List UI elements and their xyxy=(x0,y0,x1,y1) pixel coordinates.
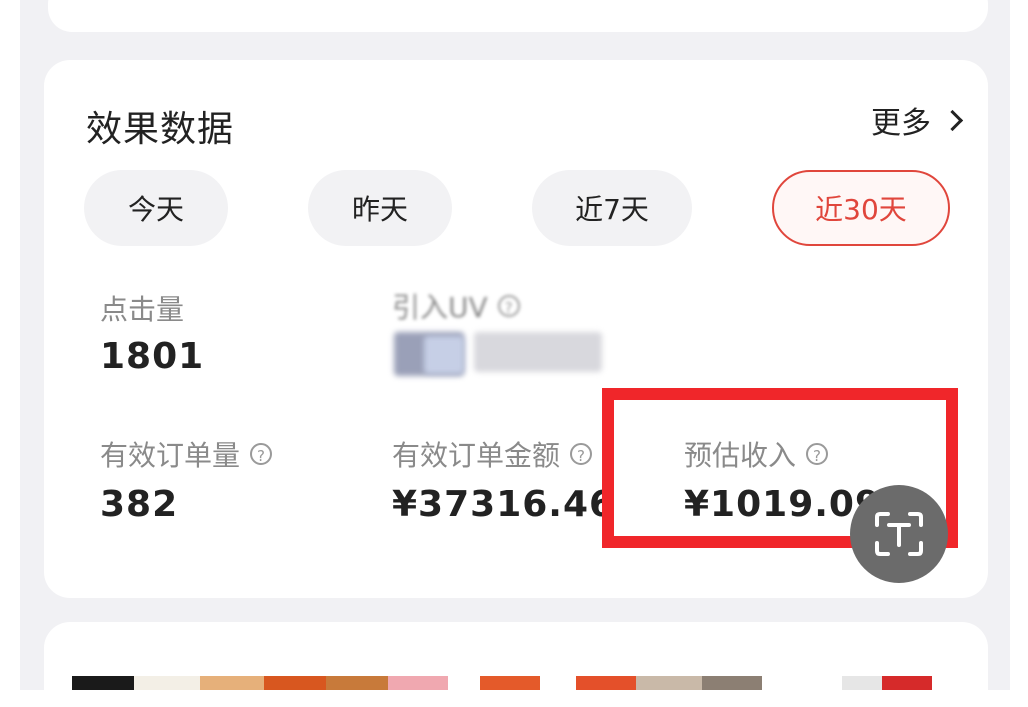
metric-order-amount-label: 有效订单金额 ? xyxy=(392,434,593,474)
metric-valid-orders-value: 382 xyxy=(100,484,179,525)
text-scan-icon xyxy=(875,512,923,556)
question-circle-icon[interactable]: ? xyxy=(250,443,273,465)
question-circle-icon[interactable]: ? xyxy=(497,295,520,317)
metric-clicks-label: 点击量 xyxy=(100,288,184,328)
tab-today[interactable]: 今天 xyxy=(84,170,228,246)
more-label: 更多 xyxy=(871,106,931,141)
order-amount-label-text: 有效订单金额 xyxy=(392,439,561,472)
question-circle-icon[interactable]: ? xyxy=(570,443,593,465)
valid-orders-label-text: 有效订单量 xyxy=(100,439,241,472)
metric-clicks-value: 1801 xyxy=(100,336,205,377)
app-screen: 效果数据 更多 今天 昨天 近7天 近30天 点击量 1801 引入UV ? 有… xyxy=(20,0,1010,690)
thumbnail-strip xyxy=(72,676,992,690)
date-range-tabs: 今天 昨天 近7天 近30天 xyxy=(84,170,950,246)
uv-label-text: 引入UV xyxy=(392,291,488,324)
metric-uv-label: 引入UV ? xyxy=(392,286,520,326)
chevron-right-icon xyxy=(941,109,964,131)
section-title: 效果数据 xyxy=(86,109,235,150)
tab-yesterday[interactable]: 昨天 xyxy=(308,170,452,246)
more-link[interactable]: 更多 xyxy=(871,98,964,142)
tab-last-30-days[interactable]: 近30天 xyxy=(772,170,950,246)
ocr-scan-button[interactable] xyxy=(850,485,948,583)
metric-order-amount-value: ¥37316.46 xyxy=(392,484,616,525)
tab-last-7-days[interactable]: 近7天 xyxy=(532,170,692,246)
previous-card xyxy=(48,0,988,32)
metric-valid-orders-label: 有效订单量 ? xyxy=(100,434,273,474)
clicks-label-text: 点击量 xyxy=(100,293,185,326)
